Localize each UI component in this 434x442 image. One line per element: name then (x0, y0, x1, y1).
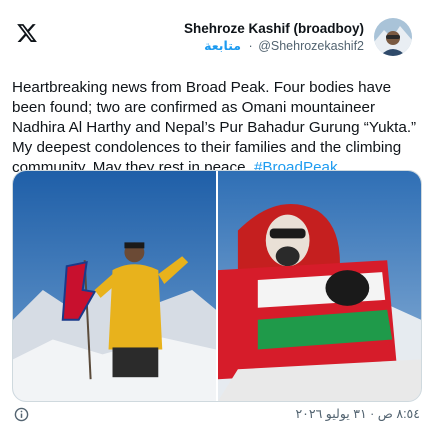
handle-row: متابعة · @Shehrozekashif2 (184, 37, 364, 55)
photo-climber-nepal-flag[interactable] (13, 171, 216, 401)
tweet-body: Heartbreaking news from Broad Peak. Four… (12, 79, 417, 176)
timestamp[interactable]: ٨:٥٤ ص · ٣١ يوليو ٢٠٢٦ (295, 406, 420, 421)
media-grid[interactable] (12, 170, 422, 402)
display-name[interactable]: Shehroze Kashif (broadboy) (184, 20, 364, 37)
avatar-image (374, 18, 412, 56)
climber-nepal-flag-photo (13, 171, 216, 401)
tweet-text: Heartbreaking news from Broad Peak. Four… (12, 78, 422, 178)
x-logo-icon[interactable] (16, 22, 38, 44)
tweet-footer: ٨:٥٤ ص · ٣١ يوليو ٢٠٢٦ (12, 404, 422, 428)
climber-oman-flag-photo (218, 171, 421, 401)
avatar[interactable] (374, 18, 412, 56)
photo-climber-oman-flag[interactable] (218, 171, 421, 401)
author-info[interactable]: Shehroze Kashif (broadboy) متابعة · @She… (184, 20, 364, 55)
info-icon[interactable] (14, 407, 29, 422)
user-handle[interactable]: @Shehrozekashif2 (258, 39, 364, 53)
follow-button[interactable]: متابعة (204, 39, 241, 53)
tweet-header: Shehroze Kashif (broadboy) متابعة · @She… (12, 12, 422, 68)
separator-dot: · (248, 39, 253, 53)
